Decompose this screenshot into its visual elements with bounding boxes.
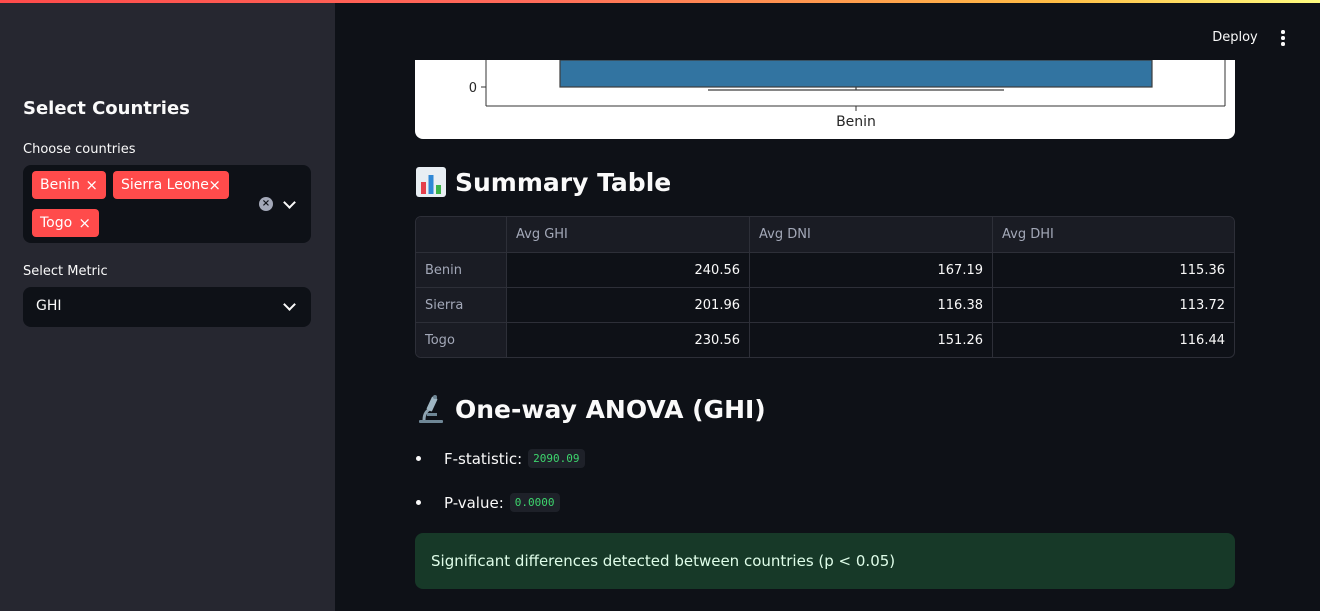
chip-sierra-leone[interactable]: Sierra Leone × xyxy=(113,171,229,199)
anova-heading: One-way ANOVA (GHI) xyxy=(415,393,766,425)
deploy-button[interactable]: Deploy xyxy=(1206,27,1264,49)
bullet-icon xyxy=(416,456,421,461)
row-label: Benin xyxy=(416,253,507,287)
box-benin xyxy=(559,60,1153,88)
column-header xyxy=(416,217,507,252)
table-row: Benin 240.56 167.19 115.36 xyxy=(416,253,1234,288)
metric-select-value: GHI xyxy=(36,298,62,314)
chip-label: Sierra Leone xyxy=(121,177,209,193)
table-cell: 116.44 xyxy=(1179,333,1226,348)
microscope-emoji-icon xyxy=(419,395,443,423)
chevron-down-icon[interactable] xyxy=(283,298,296,311)
table-cell: 115.36 xyxy=(1179,263,1226,278)
f-statistic-label: F-statistic: xyxy=(444,449,523,468)
x-tick-label: Benin xyxy=(836,114,876,130)
top-decoration-bar xyxy=(0,0,1320,3)
kebab-menu-icon[interactable] xyxy=(1276,28,1290,48)
p-value-item: P-value: 0.0000 xyxy=(416,493,560,512)
sidebar-title: Select Countries xyxy=(23,98,190,119)
f-statistic-value: 2090.09 xyxy=(528,449,585,468)
table-header-row: Avg GHI Avg DNI Avg DHI xyxy=(416,217,1234,253)
f-statistic-item: F-statistic: 2090.09 xyxy=(416,449,585,468)
y-tick-label: 0 xyxy=(469,81,477,96)
p-value-label: P-value: xyxy=(444,493,504,512)
table-cell: 240.56 xyxy=(507,253,750,287)
remove-chip-icon[interactable]: × xyxy=(85,171,98,199)
boxplot-svg: 0 Benin xyxy=(469,60,1226,130)
metric-label: Select Metric xyxy=(23,264,108,279)
table-cell: 113.72 xyxy=(1179,298,1226,313)
metric-select[interactable]: GHI xyxy=(23,287,311,327)
table-cell: 116.38 xyxy=(750,288,993,322)
table-row: Sierra Leone 201.96 116.38 113.72 xyxy=(416,288,1234,348)
sidebar: Select Countries Choose countries Benin … xyxy=(0,0,335,611)
countries-multiselect[interactable]: Benin × Sierra Leone × Togo × × xyxy=(23,165,311,243)
p-value-value: 0.0000 xyxy=(509,493,560,512)
table-cell: 167.19 xyxy=(750,253,993,287)
table-row: Togo 230.56 151.26 116.44 xyxy=(416,323,1234,357)
clear-selection-icon[interactable]: × xyxy=(259,197,273,211)
summary-title: Summary Table xyxy=(455,167,672,197)
remove-chip-icon[interactable]: × xyxy=(78,209,91,237)
column-header[interactable]: Avg DHI xyxy=(993,217,1234,252)
bullet-icon xyxy=(416,500,421,505)
bar-chart-emoji-icon xyxy=(416,167,446,197)
table-cell: 230.56 xyxy=(507,323,750,357)
row-label: Togo xyxy=(416,323,507,357)
summary-heading: Summary Table xyxy=(415,166,671,198)
chip-benin[interactable]: Benin × xyxy=(32,171,106,199)
column-header[interactable]: Avg DNI xyxy=(750,217,993,252)
row-label: Sierra Leone xyxy=(416,288,507,348)
chip-label: Togo xyxy=(40,215,73,231)
table-cell: 151.26 xyxy=(750,323,993,357)
chip-togo[interactable]: Togo × xyxy=(32,209,99,237)
countries-label: Choose countries xyxy=(23,142,136,157)
chevron-down-icon[interactable] xyxy=(283,196,296,209)
success-alert: Significant differences detected between… xyxy=(415,533,1235,589)
chip-label: Benin xyxy=(40,177,80,193)
summary-table[interactable]: Avg GHI Avg DNI Avg DHI Benin 240.56 167… xyxy=(415,216,1235,358)
boxplot-chart: 0 Benin xyxy=(415,60,1235,139)
anova-title: One-way ANOVA (GHI) xyxy=(455,394,766,424)
column-header[interactable]: Avg GHI xyxy=(507,217,750,252)
remove-chip-icon[interactable]: × xyxy=(208,171,221,199)
table-cell: 201.96 xyxy=(507,288,750,322)
